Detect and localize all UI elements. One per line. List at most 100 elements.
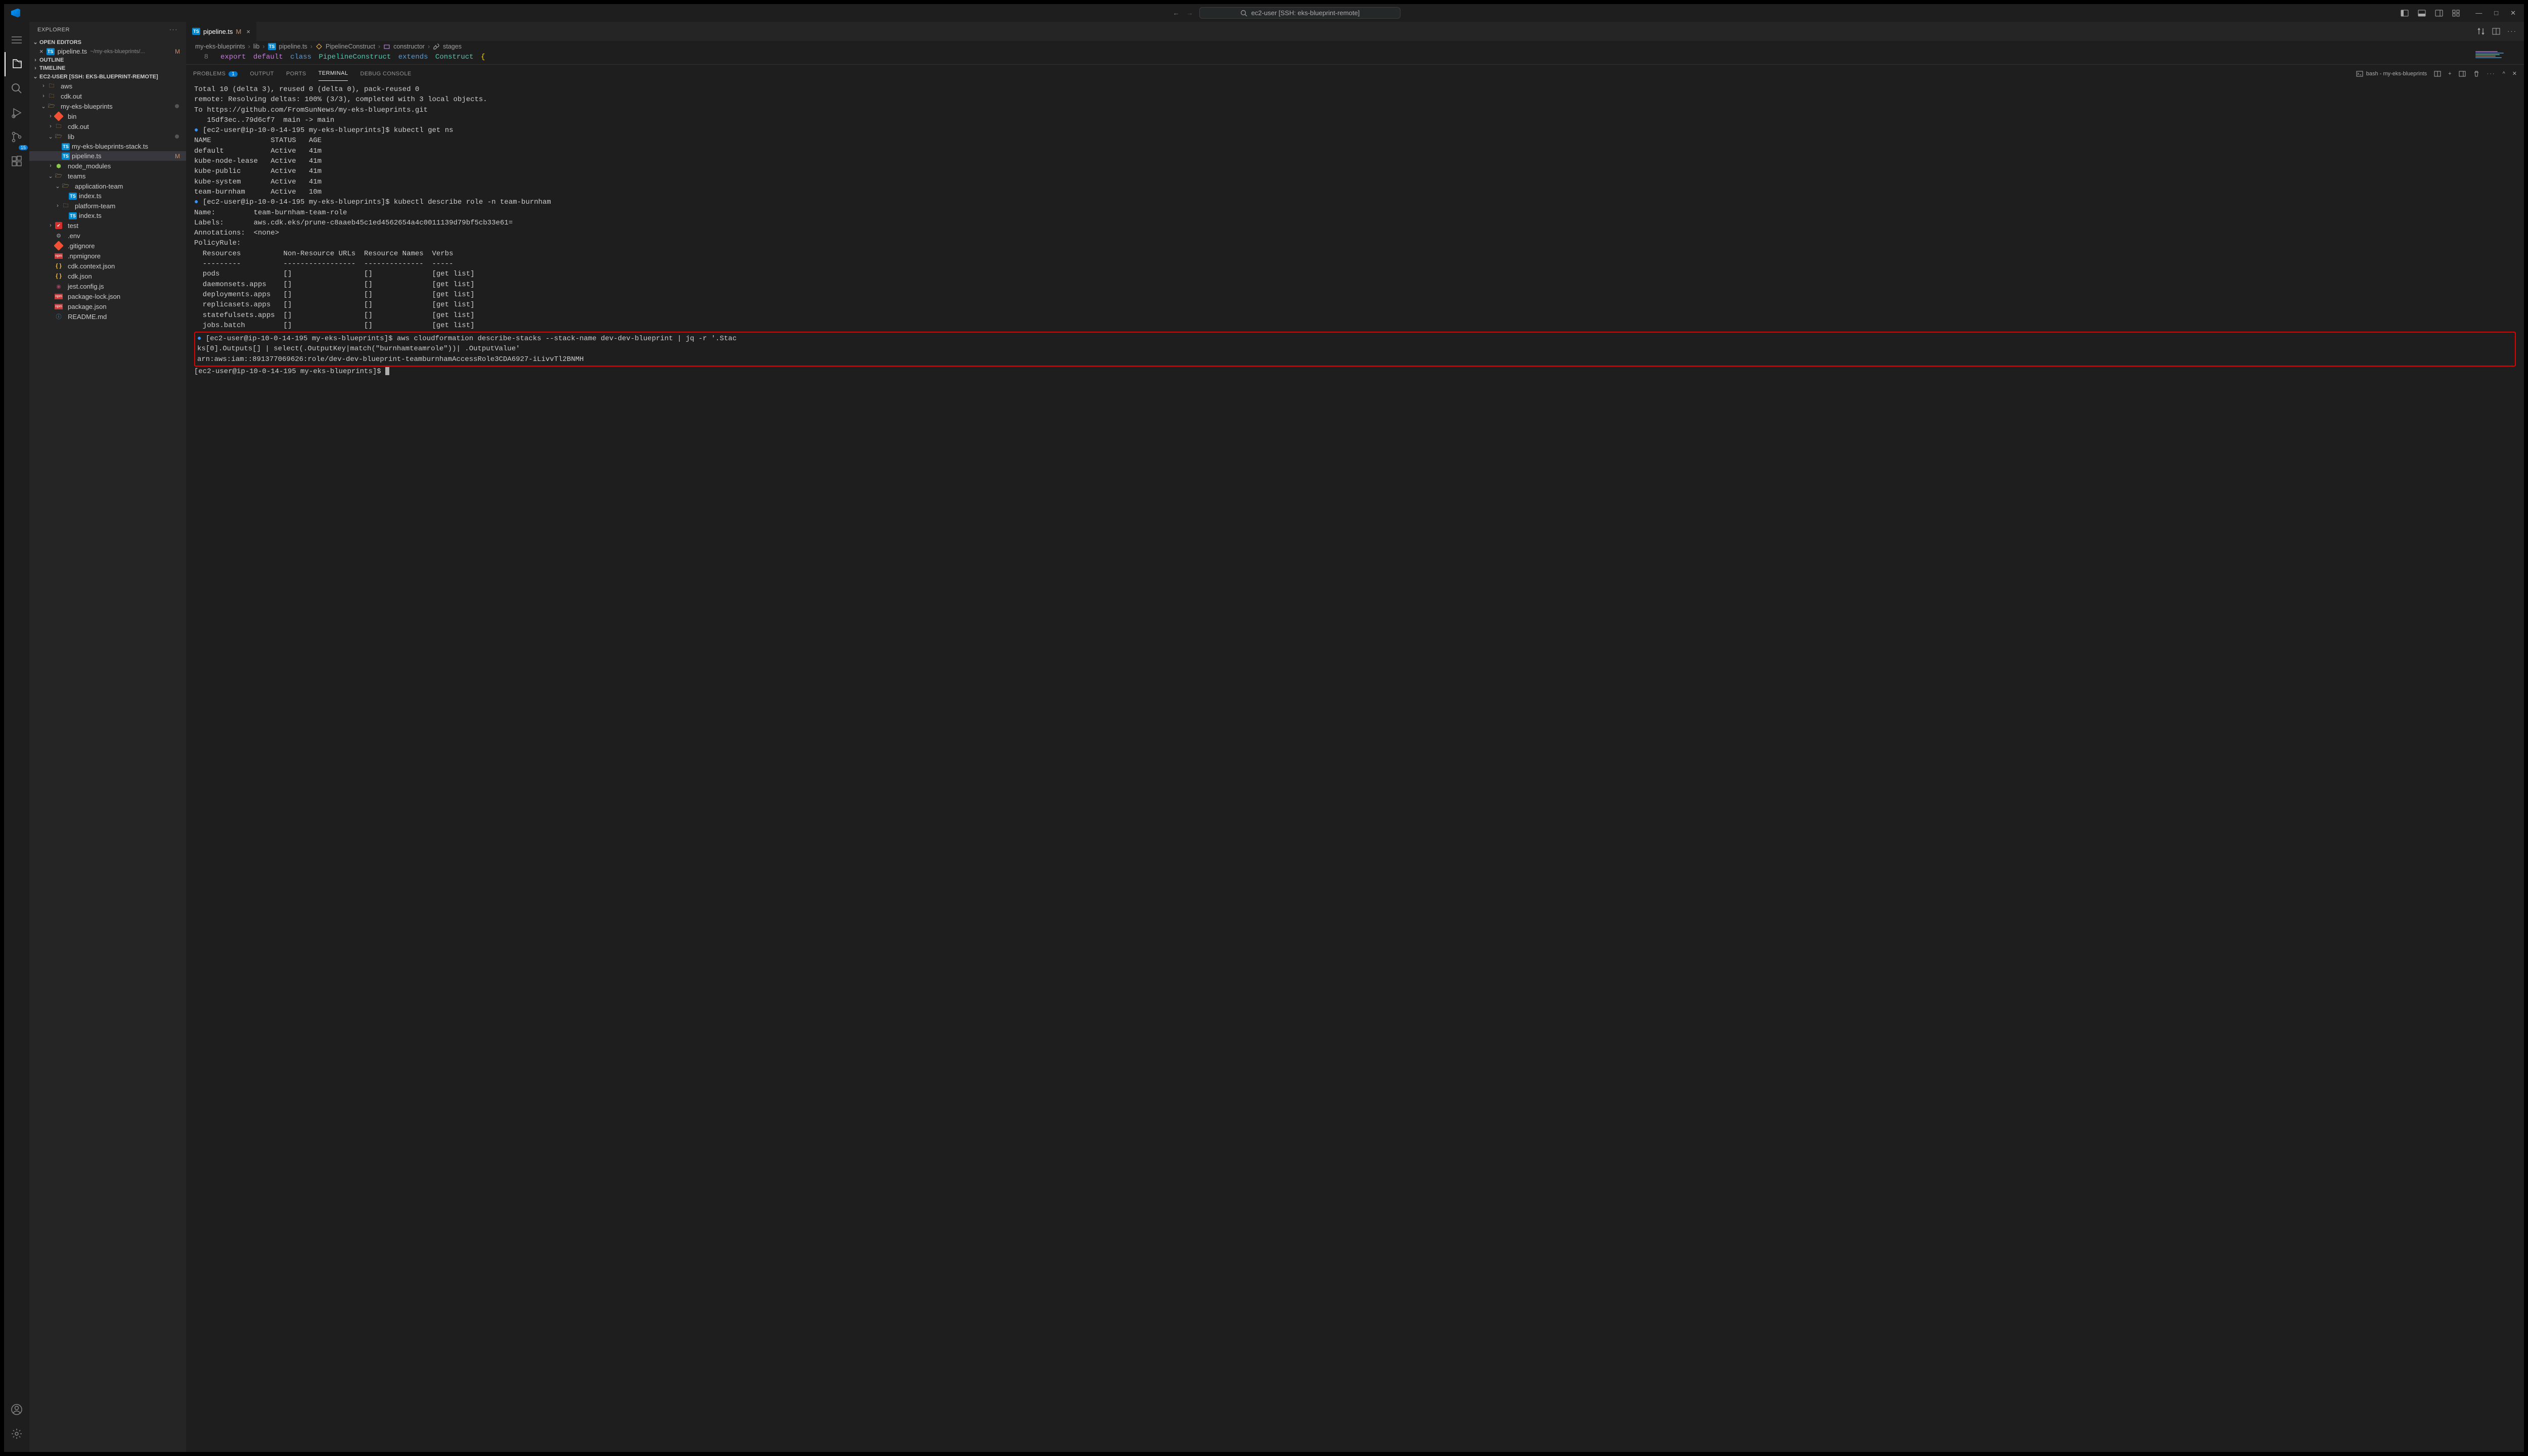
layout-sidebar-left-icon[interactable] [2401,9,2409,17]
folder-icon: 🗀 [55,122,63,130]
tree-item[interactable]: npmpackage-lock.json [29,291,186,301]
tree-item[interactable]: { }cdk.json [29,271,186,281]
tree-item-label: platform-team [75,202,115,210]
breadcrumb-item[interactable]: constructor [393,43,425,50]
tree-item[interactable]: npmpackage.json [29,301,186,311]
code-line[interactable]: 8 export default class PipelineConstruct… [186,52,2524,64]
sidebar-more-button[interactable]: ··· [169,27,178,33]
tab-debug-console[interactable]: DEBUG CONSOLE [360,67,411,81]
close-editor-button[interactable]: × [39,48,43,55]
nav-back-button[interactable]: ← [1173,9,1180,17]
open-editors-section[interactable]: ⌄OPEN EDITORS [29,38,186,47]
tree-item[interactable]: ›🗀aws [29,81,186,91]
close-tab-button[interactable]: × [246,28,250,35]
typescript-icon: TS [62,153,70,160]
new-terminal-button[interactable]: + [2448,71,2451,77]
split-terminal-right-icon[interactable] [2459,70,2466,77]
breadcrumb[interactable]: my-eks-blueprints› lib› TS pipeline.ts› … [186,41,2524,52]
folder-icon: 🗀 [48,92,56,100]
maximize-panel-button[interactable]: ^ [2503,71,2505,77]
breadcrumb-item[interactable]: stages [443,43,462,50]
tree-item[interactable]: ⌄🗁application-team [29,181,186,191]
typescript-icon: TS [268,43,276,50]
split-terminal-icon[interactable] [2434,70,2441,77]
layout-panel-icon[interactable] [2418,9,2426,17]
folder-icon: 🗀 [62,202,70,210]
chevron-icon: › [47,222,55,229]
tree-item[interactable]: ⌄🗁lib [29,131,186,142]
open-editor-name: pipeline.ts [58,48,87,55]
dirty-dot [175,104,179,108]
command-center[interactable]: ec2-user [SSH: eks-blueprint-remote] [1199,7,1401,19]
typescript-icon: TS [62,143,70,150]
workspace-section[interactable]: ⌄EC2-USER [SSH: EKS-BLUEPRINT-REMOTE] [29,72,186,81]
split-editor-icon[interactable] [2492,27,2500,35]
chevron-icon: ⌄ [54,183,62,190]
tree-item[interactable]: ⓘREADME.md [29,311,186,322]
tree-item[interactable]: TSindex.ts [29,191,186,201]
chevron-icon: › [47,123,55,129]
close-window-button[interactable]: ✕ [2510,9,2516,17]
editor-tab[interactable]: TS pipeline.ts M × [186,22,257,41]
source-control-tab[interactable]: 15 [5,125,29,149]
tree-item[interactable]: ›bin [29,111,186,121]
settings-button[interactable] [5,1422,29,1446]
npm-icon: npm [55,252,63,260]
explorer-tab[interactable] [5,52,29,76]
menu-button[interactable] [5,28,29,52]
breadcrumb-item[interactable]: my-eks-blueprints [195,43,245,50]
terminal-shell-button[interactable]: bash - my-eks-blueprints [2356,70,2427,77]
tree-item[interactable]: .gitignore [29,241,186,251]
tree-item[interactable]: TSpipeline.tsM [29,151,186,161]
terminal-content[interactable]: Total 10 (delta 3), reused 0 (delta 0), … [186,82,2524,1452]
tree-item-label: package.json [68,303,107,310]
trash-icon[interactable] [2473,70,2480,77]
customize-layout-icon[interactable] [2452,9,2460,17]
tree-item[interactable]: ⌄🗁teams [29,171,186,181]
tab-ports[interactable]: PORTS [286,67,306,81]
maximize-button[interactable]: □ [2494,9,2498,17]
extensions-tab[interactable] [5,149,29,173]
editor-more-button[interactable]: ··· [2507,27,2517,35]
tree-item[interactable]: ›✔test [29,220,186,231]
search-tab[interactable] [5,76,29,101]
folder-open-icon: 🗁 [55,132,63,141]
tab-output[interactable]: OUTPUT [250,67,274,81]
breadcrumb-item[interactable]: pipeline.ts [279,43,307,50]
breadcrumb-item[interactable]: lib [253,43,260,50]
accounts-button[interactable] [5,1397,29,1422]
activity-bar: 15 [4,22,29,1452]
tree-item[interactable]: ›🗀platform-team [29,201,186,211]
method-icon [383,43,390,50]
tree-item[interactable]: ›🗀cdk.out [29,121,186,131]
minimize-button[interactable]: — [2475,9,2482,17]
tree-item[interactable]: ›⬢node_modules [29,161,186,171]
tree-item[interactable]: TSmy-eks-blueprints-stack.ts [29,142,186,151]
breadcrumb-item[interactable]: PipelineConstruct [326,43,375,50]
run-debug-tab[interactable] [5,101,29,125]
gear-icon: ⚙ [55,232,63,240]
tree-item[interactable]: ◉jest.config.js [29,281,186,291]
close-panel-button[interactable]: ✕ [2512,70,2517,77]
tree-item[interactable]: ⚙.env [29,231,186,241]
terminal-more-button[interactable]: ··· [2487,71,2496,77]
minimap[interactable] [2475,51,2516,66]
tab-name: pipeline.ts [203,28,233,35]
tree-item[interactable]: TSindex.ts [29,211,186,220]
tree-item[interactable]: ⌄🗁my-eks-blueprints [29,101,186,111]
git-file-icon [55,242,63,250]
outline-section[interactable]: ›OUTLINE [29,56,186,64]
tree-item-label: pipeline.ts [72,152,102,160]
tree-item[interactable]: { }cdk.context.json [29,261,186,271]
tree-item[interactable]: ›🗀cdk.out [29,91,186,101]
open-editor-item[interactable]: × TS pipeline.ts ~/my-eks-blueprints/...… [29,47,186,56]
tab-problems[interactable]: PROBLEMS1 [193,67,238,81]
prompt-bullet-icon: ● [197,335,201,343]
compare-icon[interactable] [2477,27,2485,35]
timeline-section[interactable]: ›TIMELINE [29,64,186,72]
tab-terminal[interactable]: TERMINAL [319,66,348,81]
tree-item[interactable]: npm.npmignore [29,251,186,261]
nav-forward-button[interactable]: → [1187,9,1193,17]
terminal-icon [2356,70,2363,77]
layout-sidebar-right-icon[interactable] [2435,9,2443,17]
